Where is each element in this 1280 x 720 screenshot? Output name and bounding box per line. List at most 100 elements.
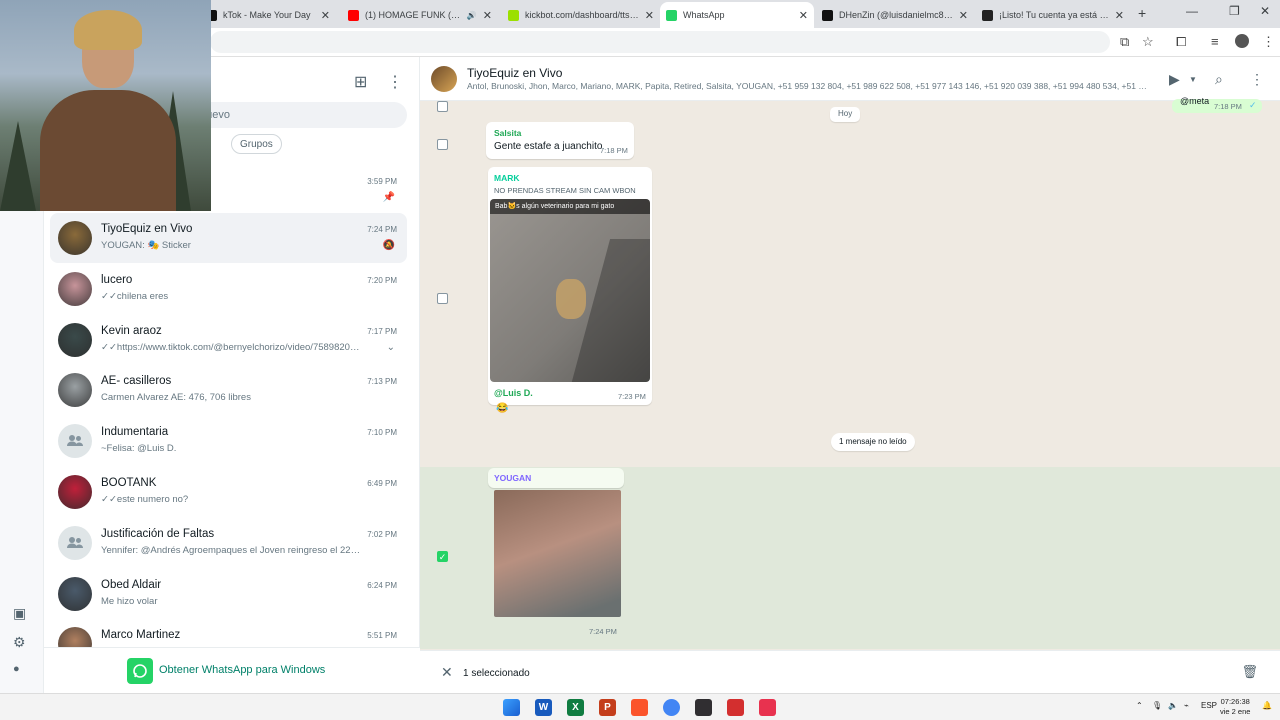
install-app-icon[interactable]: ⧉ <box>1120 34 1129 50</box>
browser-tab[interactable]: ¡Listo! Tu cuenta ya está conec ✕ <box>976 2 1130 28</box>
chat-row[interactable]: Indumentaria ~Felisa: @Luis D. 7:10 PM <box>50 416 407 466</box>
close-window-icon[interactable]: ✕ <box>1260 4 1270 18</box>
muted-bell-icon: 🔕 <box>382 240 395 251</box>
browser-tab[interactable]: DHenZin (@luisdanielmc8) | Tik ✕ <box>816 2 974 28</box>
chevron-down-icon[interactable]: ⌄ <box>387 342 395 353</box>
message-bubble[interactable]: Salsita Gente estafe a juanchito 7:18 PM <box>486 122 634 159</box>
chat-row[interactable]: AE- casilleros Carmen Alvarez AE: 476, 70… <box>50 365 407 415</box>
new-tab-button[interactable]: + <box>1138 5 1146 21</box>
day-divider: Hoy <box>830 107 861 122</box>
browser-tab[interactable]: kickbot.com/dashboard/tts/se ✕ <box>502 2 660 28</box>
chrome-icon[interactable] <box>663 699 680 716</box>
delete-icon[interactable]: 🗑 <box>1241 664 1258 680</box>
app-pink-icon[interactable] <box>759 699 776 716</box>
chat-row[interactable]: Obed Aldair Me hizo volar 6:24 PM <box>50 569 407 619</box>
message-bubble[interactable]: YOUGAN <box>488 468 624 488</box>
streamer-hair <box>74 10 142 50</box>
tab-close-icon[interactable]: ✕ <box>321 9 330 22</box>
tab-audio-icon[interactable]: 🔊 <box>467 11 477 20</box>
whatsapp-logo-icon <box>127 658 153 684</box>
chevron-down-icon[interactable]: ▼ <box>1189 75 1197 84</box>
chat-name: BOOTANK <box>101 477 157 489</box>
obs-icon[interactable] <box>695 699 712 716</box>
group-avatar[interactable] <box>431 66 457 92</box>
get-whatsapp-banner[interactable]: Obtener WhatsApp para Windows <box>44 647 420 693</box>
select-checkbox[interactable] <box>437 293 448 304</box>
new-chat-icon[interactable]: ⊞ <box>354 72 367 92</box>
network-icon[interactable]: ⌁ <box>1184 701 1189 710</box>
chat-row[interactable]: lucero ✓✓chilena eres 7:20 PM <box>50 264 407 314</box>
address-bar[interactable] <box>210 31 1110 53</box>
video-call-icon[interactable]: ▶ <box>1169 71 1180 88</box>
contact-avatar <box>58 221 92 255</box>
chat-time: 5:51 PM <box>367 631 397 641</box>
chat-row[interactable]: Justificación de Faltas Yennifer: @Andrés… <box>50 518 407 568</box>
search-icon[interactable]: ⌕ <box>1215 71 1223 88</box>
selection-toolbar: ✕ 1 seleccionado 🗑 <box>420 650 1280 693</box>
tab-label: (1) HOMAGE FUNK (SLOWE <box>365 10 463 20</box>
bookmark-star-icon[interactable]: ☆ <box>1142 34 1154 50</box>
tray-arrow-icon[interactable]: ⌃ <box>1136 701 1143 710</box>
sender-name: YOUGAN <box>494 473 532 483</box>
conversation-header[interactable]: TiyoEquiz en Vivo Antol, Brunoski, Jhon,… <box>420 57 1280 101</box>
tab-close-icon[interactable]: ✕ <box>645 9 654 22</box>
chat-preview: ✓✓este numero no? <box>101 494 189 505</box>
volume-icon[interactable]: 🔈 <box>1168 701 1178 710</box>
image-stain <box>556 279 586 319</box>
chat-name: Marco Martinez <box>101 629 181 642</box>
tab-label: DHenZin (@luisdanielmc8) | Tik <box>839 10 953 20</box>
browser-tab[interactable]: (1) HOMAGE FUNK (SLOWE 🔊 ✕ <box>342 2 498 28</box>
group-avatar-icon <box>58 424 92 459</box>
sticker-image[interactable] <box>494 490 621 617</box>
notification-bell-icon[interactable]: 🔔 <box>1262 701 1272 710</box>
selection-count: 1 seleccionado <box>463 668 530 679</box>
select-checkbox[interactable] <box>437 101 448 112</box>
menu-icon[interactable]: ⋮ <box>387 72 403 92</box>
chat-row[interactable]: Kevin araoz ✓✓https://www.tiktok.com/@ber… <box>50 315 407 365</box>
profile-icon[interactable]: ● <box>13 663 20 675</box>
message-text: Gente estafe a juanchito <box>494 141 603 152</box>
chat-row[interactable]: BOOTANK ✓✓este numero no? 6:49 PM <box>50 467 407 517</box>
microphone-icon[interactable]: 🎙 <box>1152 701 1162 710</box>
select-checkbox[interactable] <box>437 139 448 150</box>
chat-row[interactable]: TiyoEquiz en Vivo YOUGAN: 🎭 Sticker 7:24 P… <box>50 213 407 263</box>
select-checkbox-checked[interactable]: ✓ <box>437 551 448 562</box>
mention-link[interactable]: @Luis D. <box>494 388 533 398</box>
tab-close-icon[interactable]: ✕ <box>799 9 808 22</box>
media-gallery-icon[interactable]: ▣ <box>13 605 26 622</box>
minimize-icon[interactable]: — <box>1186 4 1198 18</box>
tab-favicon-icon <box>666 9 677 21</box>
language-indicator[interactable]: ESP <box>1201 701 1217 710</box>
close-selection-icon[interactable]: ✕ <box>441 664 453 681</box>
banner-label: Obtener WhatsApp para Windows <box>159 664 326 676</box>
filter-chip-groups[interactable]: Grupos <box>231 134 282 154</box>
extensions-icon[interactable]: ⧠ <box>1176 34 1186 50</box>
app-red-icon[interactable] <box>727 699 744 716</box>
chat-preview: Me hizo volar <box>101 595 158 607</box>
powerpoint-icon[interactable]: P <box>599 699 616 716</box>
tab-close-icon[interactable]: ✕ <box>1115 9 1124 22</box>
sender-name: Salsita <box>494 128 522 138</box>
image-caption: Bab🐱s algún veterinario para mi gato <box>490 199 650 214</box>
reaction-emoji[interactable]: 😂 <box>496 403 508 414</box>
menu-icon[interactable]: ⋮ <box>1250 71 1264 88</box>
browser-tab[interactable]: WhatsApp ✕ <box>660 2 814 28</box>
settings-icon[interactable]: ⚙ <box>13 634 26 651</box>
windows-start-icon[interactable] <box>503 699 520 716</box>
tab-close-icon[interactable]: ✕ <box>959 9 968 22</box>
brave-icon[interactable] <box>631 699 648 716</box>
browser-tab[interactable]: kTok - Make Your Day ✕ <box>200 2 336 28</box>
profile-avatar[interactable] <box>1235 34 1249 48</box>
message-bubble[interactable]: MARK NO PRENDAS STREAM SIN CAM WBON Bab🐱… <box>488 167 652 405</box>
media-controls-icon[interactable]: ≡ <box>1211 34 1219 49</box>
excel-icon[interactable]: X <box>567 699 584 716</box>
chat-preview: Yennifer: @Andrés Agroempaques el Joven … <box>101 544 361 556</box>
shared-image[interactable]: Bab🐱s algún veterinario para mi gato <box>490 199 650 382</box>
tab-close-icon[interactable]: ✕ <box>483 9 492 22</box>
system-clock[interactable]: 07:26:38 vie 2 ene <box>1220 697 1250 717</box>
browser-menu-icon[interactable]: ⋮ <box>1262 34 1275 50</box>
contact-avatar <box>58 373 92 408</box>
restore-icon[interactable]: ❐ <box>1229 4 1240 18</box>
word-icon[interactable]: W <box>535 699 552 716</box>
outgoing-message[interactable]: @meta 7:18 PM ✓ <box>1172 96 1262 113</box>
